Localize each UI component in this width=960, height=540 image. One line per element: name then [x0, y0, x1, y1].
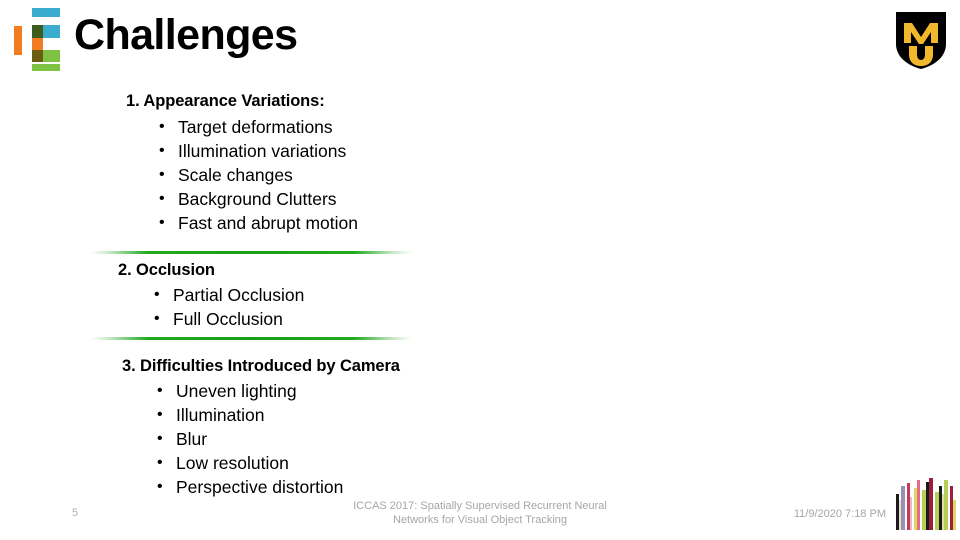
- footer-citation-line-1: ICCAS 2017: Spatially Supervised Recurre…: [353, 500, 607, 512]
- list-item: • Background Clutters: [157, 187, 358, 211]
- bullet-icon: •: [157, 382, 163, 399]
- section-heading-appearance-variations: 1. Appearance Variations:: [126, 92, 325, 110]
- bullet-icon: •: [157, 406, 163, 423]
- bullet-icon: •: [157, 478, 163, 495]
- list-item: • Target deformations: [157, 115, 358, 139]
- list-item-label: Uneven lighting: [176, 381, 297, 401]
- list-item-label: Illumination: [176, 405, 265, 425]
- bullet-list-camera-difficulties: • Uneven lighting • Illumination • Blur …: [155, 379, 343, 499]
- list-item-label: Blur: [176, 429, 208, 449]
- list-item-label: Full Occlusion: [173, 309, 283, 329]
- list-item: • Illumination variations: [157, 139, 358, 163]
- list-item: • Illumination: [155, 403, 343, 427]
- bullet-icon: •: [159, 166, 165, 183]
- list-item-label: Low resolution: [176, 453, 289, 473]
- list-item-label: Perspective distortion: [176, 477, 344, 497]
- bullet-list-occlusion: • Partial Occlusion • Full Occlusion: [152, 283, 304, 331]
- list-item: • Blur: [155, 427, 343, 451]
- list-item-label: Target deformations: [178, 117, 333, 137]
- list-item-label: Fast and abrupt motion: [178, 213, 358, 233]
- decorative-color-stripes: [896, 478, 960, 540]
- list-item-label: Illumination variations: [178, 141, 347, 161]
- bullet-icon: •: [159, 190, 165, 207]
- slide-page-number: 5: [72, 507, 79, 519]
- decorative-stripe: [953, 500, 956, 530]
- list-item-label: Background Clutters: [178, 189, 337, 209]
- list-item: • Fast and abrupt motion: [157, 211, 358, 235]
- list-item: • Full Occlusion: [152, 307, 304, 331]
- list-item: • Perspective distortion: [155, 475, 343, 499]
- section-divider-bottom: [90, 337, 412, 340]
- section-heading-camera-difficulties: 3. Difficulties Introduced by Camera: [122, 357, 400, 375]
- bullet-icon: •: [157, 454, 163, 471]
- list-item-label: Scale changes: [178, 165, 293, 185]
- bullet-icon: •: [159, 142, 165, 159]
- list-item: • Low resolution: [155, 451, 343, 475]
- list-item-label: Partial Occlusion: [173, 285, 305, 305]
- list-item: • Partial Occlusion: [152, 283, 304, 307]
- bullet-icon: •: [154, 286, 160, 303]
- footer-citation: ICCAS 2017: Spatially Supervised Recurre…: [300, 500, 660, 527]
- footer-timestamp: 11/9/2020 7:18 PM: [793, 508, 886, 520]
- footer-citation-line-2: Networks for Visual Object Tracking: [392, 513, 568, 526]
- bullet-list-appearance-variations: • Target deformations • Illumination var…: [157, 115, 358, 235]
- list-item: • Scale changes: [157, 163, 358, 187]
- section-divider-top: [90, 251, 412, 254]
- section-heading-occlusion: 2. Occlusion: [118, 261, 215, 279]
- list-item: • Uneven lighting: [155, 379, 343, 403]
- bullet-icon: •: [154, 310, 160, 327]
- bullet-icon: •: [159, 214, 165, 231]
- slide-body: 1. Appearance Variations: • Target defor…: [0, 0, 960, 540]
- bullet-icon: •: [157, 430, 163, 447]
- slide-canvas: Challenges 1. Appearance Variations: • T…: [0, 0, 960, 540]
- bullet-icon: •: [159, 118, 165, 135]
